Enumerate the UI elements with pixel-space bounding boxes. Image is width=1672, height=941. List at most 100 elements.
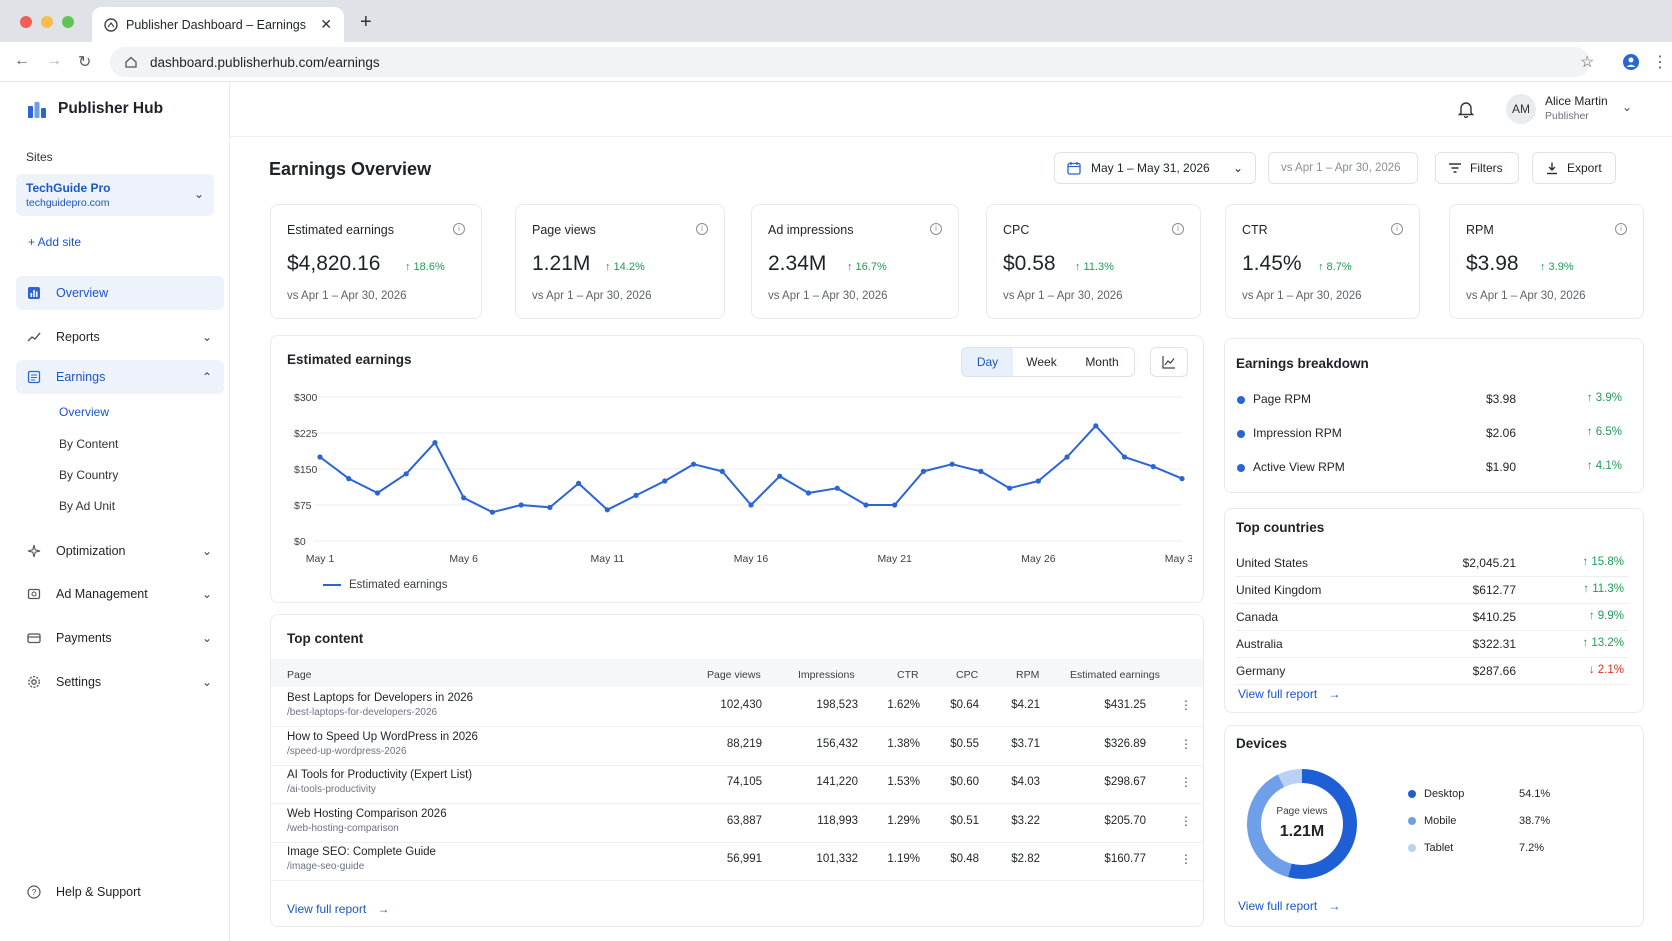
kpi-card-page-views[interactable]: Page views i 1.21M ↑ 14.2% vs Apr 1 – Ap…: [515, 204, 725, 319]
data-point[interactable]: [1093, 423, 1099, 429]
devices-view-full-report[interactable]: View full report →: [1238, 899, 1341, 913]
sidebar-subitem-overview[interactable]: Overview: [59, 405, 109, 419]
data-point[interactable]: [518, 502, 524, 508]
breakdown-row[interactable]: Active View RPM $1.90 ↑ 4.1%: [1237, 460, 1627, 480]
device-legend-row[interactable]: Mobile 38.7%: [1408, 815, 1578, 827]
avatar[interactable]: AM: [1506, 94, 1536, 124]
top-content-view-full-report[interactable]: View full report →: [287, 902, 390, 916]
row-menu-icon[interactable]: ⋮: [1180, 698, 1192, 712]
data-point[interactable]: [576, 480, 582, 486]
data-point[interactable]: [1064, 454, 1070, 460]
data-point[interactable]: [834, 485, 840, 491]
profile-icon[interactable]: [1623, 54, 1639, 70]
brand[interactable]: Publisher Hub: [26, 98, 163, 120]
data-point[interactable]: [547, 504, 553, 510]
browser-menu-icon[interactable]: ⋮: [1652, 52, 1668, 72]
row-page-title[interactable]: AI Tools for Productivity (Expert List): [287, 769, 472, 781]
data-point[interactable]: [719, 468, 725, 474]
countries-view-full-report[interactable]: View full report →: [1238, 687, 1341, 701]
new-tab-icon[interactable]: +: [360, 11, 372, 34]
country-row[interactable]: Canada $410.25 ↑ 9.9%: [1236, 604, 1628, 631]
data-point[interactable]: [432, 440, 438, 446]
chart-type-button[interactable]: [1150, 347, 1188, 377]
kpi-card-cpc[interactable]: CPC i $0.58 ↑ 11.3% vs Apr 1 – Apr 30, 2…: [986, 204, 1201, 319]
info-icon[interactable]: i: [1172, 223, 1184, 235]
kpi-card-earnings[interactable]: Estimated earnings i $4,820.16 ↑ 18.6% v…: [270, 204, 482, 319]
country-row[interactable]: Australia $322.31 ↑ 13.2%: [1236, 631, 1628, 658]
device-legend-row[interactable]: Desktop 54.1%: [1408, 788, 1578, 800]
info-icon[interactable]: i: [1391, 223, 1403, 235]
maximize-window-button[interactable]: [62, 16, 74, 28]
sidebar-item-overview[interactable]: Overview: [16, 276, 224, 310]
bell-icon[interactable]: [1458, 100, 1474, 118]
sidebar-subitem-by-country[interactable]: By Country: [59, 468, 118, 482]
sidebar-item-earnings[interactable]: Earnings ⌃: [16, 360, 224, 394]
row-page-title[interactable]: Best Laptops for Developers in 2026: [287, 692, 473, 704]
data-point[interactable]: [461, 495, 467, 501]
sidebar-subitem-by-ad-unit[interactable]: By Ad Unit: [59, 499, 115, 513]
sidebar-item-settings[interactable]: Settings ⌄: [16, 665, 224, 699]
sidebar-subitem-by-content[interactable]: By Content: [59, 437, 118, 451]
home-icon[interactable]: [124, 55, 138, 69]
data-point[interactable]: [1007, 485, 1013, 491]
period-week-button[interactable]: Week: [1013, 347, 1071, 377]
country-row[interactable]: Germany $287.66 ↓ 2.1%: [1236, 658, 1628, 685]
breakdown-row[interactable]: Impression RPM $2.06 ↑ 6.5%: [1237, 426, 1627, 446]
data-point[interactable]: [317, 454, 323, 460]
data-point[interactable]: [949, 461, 955, 467]
period-day-button[interactable]: Day: [961, 347, 1014, 377]
data-point[interactable]: [748, 502, 754, 508]
info-icon[interactable]: i: [1615, 223, 1627, 235]
data-point[interactable]: [1179, 476, 1185, 482]
kpi-card-rpm[interactable]: RPM i $3.98 ↑ 3.9% vs Apr 1 – Apr 30, 20…: [1449, 204, 1644, 319]
row-page-title[interactable]: Web Hosting Comparison 2026: [287, 808, 447, 820]
breakdown-row[interactable]: Page RPM $3.98 ↑ 3.9%: [1237, 392, 1627, 412]
data-point[interactable]: [777, 473, 783, 479]
country-row[interactable]: United Kingdom $612.77 ↑ 11.3%: [1236, 577, 1628, 604]
data-point[interactable]: [690, 461, 697, 467]
kpi-card-ad-impressions[interactable]: Ad impressions i 2.34M ↑ 16.7% vs Apr 1 …: [751, 204, 959, 319]
sidebar-item-payments[interactable]: Payments ⌄: [16, 621, 224, 655]
export-button[interactable]: Export: [1532, 152, 1616, 184]
help-support-link[interactable]: ? Help & Support: [16, 875, 224, 909]
row-menu-icon[interactable]: ⋮: [1180, 775, 1192, 789]
kpi-card-ctr[interactable]: CTR i 1.45% ↑ 8.7% vs Apr 1 – Apr 30, 20…: [1225, 204, 1420, 319]
add-site-link[interactable]: + Add site: [28, 235, 81, 249]
data-point[interactable]: [604, 507, 610, 513]
data-point[interactable]: [489, 509, 495, 515]
row-menu-icon[interactable]: ⋮: [1180, 737, 1192, 751]
date-range-picker[interactable]: May 1 – May 31, 2026 ⌄: [1054, 152, 1256, 184]
browser-tab[interactable]: Publisher Dashboard – Earnings ✕: [92, 7, 344, 42]
chevron-down-icon[interactable]: ⌄: [1622, 100, 1632, 114]
data-point[interactable]: [863, 502, 869, 508]
row-menu-icon[interactable]: ⋮: [1180, 814, 1192, 828]
data-point[interactable]: [662, 478, 668, 484]
back-icon[interactable]: ←: [14, 52, 30, 70]
info-icon[interactable]: i: [453, 223, 465, 235]
data-point[interactable]: [346, 476, 352, 482]
device-legend-row[interactable]: Tablet 7.2%: [1408, 842, 1578, 854]
data-point[interactable]: [1035, 478, 1041, 484]
user-name[interactable]: Alice Martin: [1545, 94, 1608, 108]
row-page-title[interactable]: Image SEO: Complete Guide: [287, 846, 436, 858]
reload-icon[interactable]: ↻: [78, 52, 91, 72]
data-point[interactable]: [978, 468, 984, 474]
row-page-title[interactable]: How to Speed Up WordPress in 2026: [287, 731, 478, 743]
data-point[interactable]: [633, 492, 639, 498]
url-field[interactable]: dashboard.publisherhub.com/earnings: [110, 47, 1590, 77]
site-selector[interactable]: TechGuide Pro techguidepro.com ⌄: [16, 174, 214, 216]
info-icon[interactable]: i: [930, 223, 942, 235]
data-point[interactable]: [920, 468, 927, 474]
compare-range-selector[interactable]: vs Apr 1 – Apr 30, 2026: [1268, 152, 1418, 184]
sidebar-item-reports[interactable]: Reports ⌄: [16, 320, 224, 354]
data-point[interactable]: [892, 502, 898, 508]
minimize-window-button[interactable]: [41, 16, 53, 28]
data-point[interactable]: [374, 490, 381, 496]
row-menu-icon[interactable]: ⋮: [1180, 852, 1192, 866]
country-row[interactable]: United States $2,045.21 ↑ 15.8%: [1236, 550, 1628, 577]
info-icon[interactable]: i: [696, 223, 708, 235]
data-point[interactable]: [403, 471, 409, 477]
data-point[interactable]: [1121, 454, 1128, 460]
bookmark-star-icon[interactable]: ☆: [1580, 52, 1594, 72]
forward-icon[interactable]: →: [46, 52, 62, 70]
